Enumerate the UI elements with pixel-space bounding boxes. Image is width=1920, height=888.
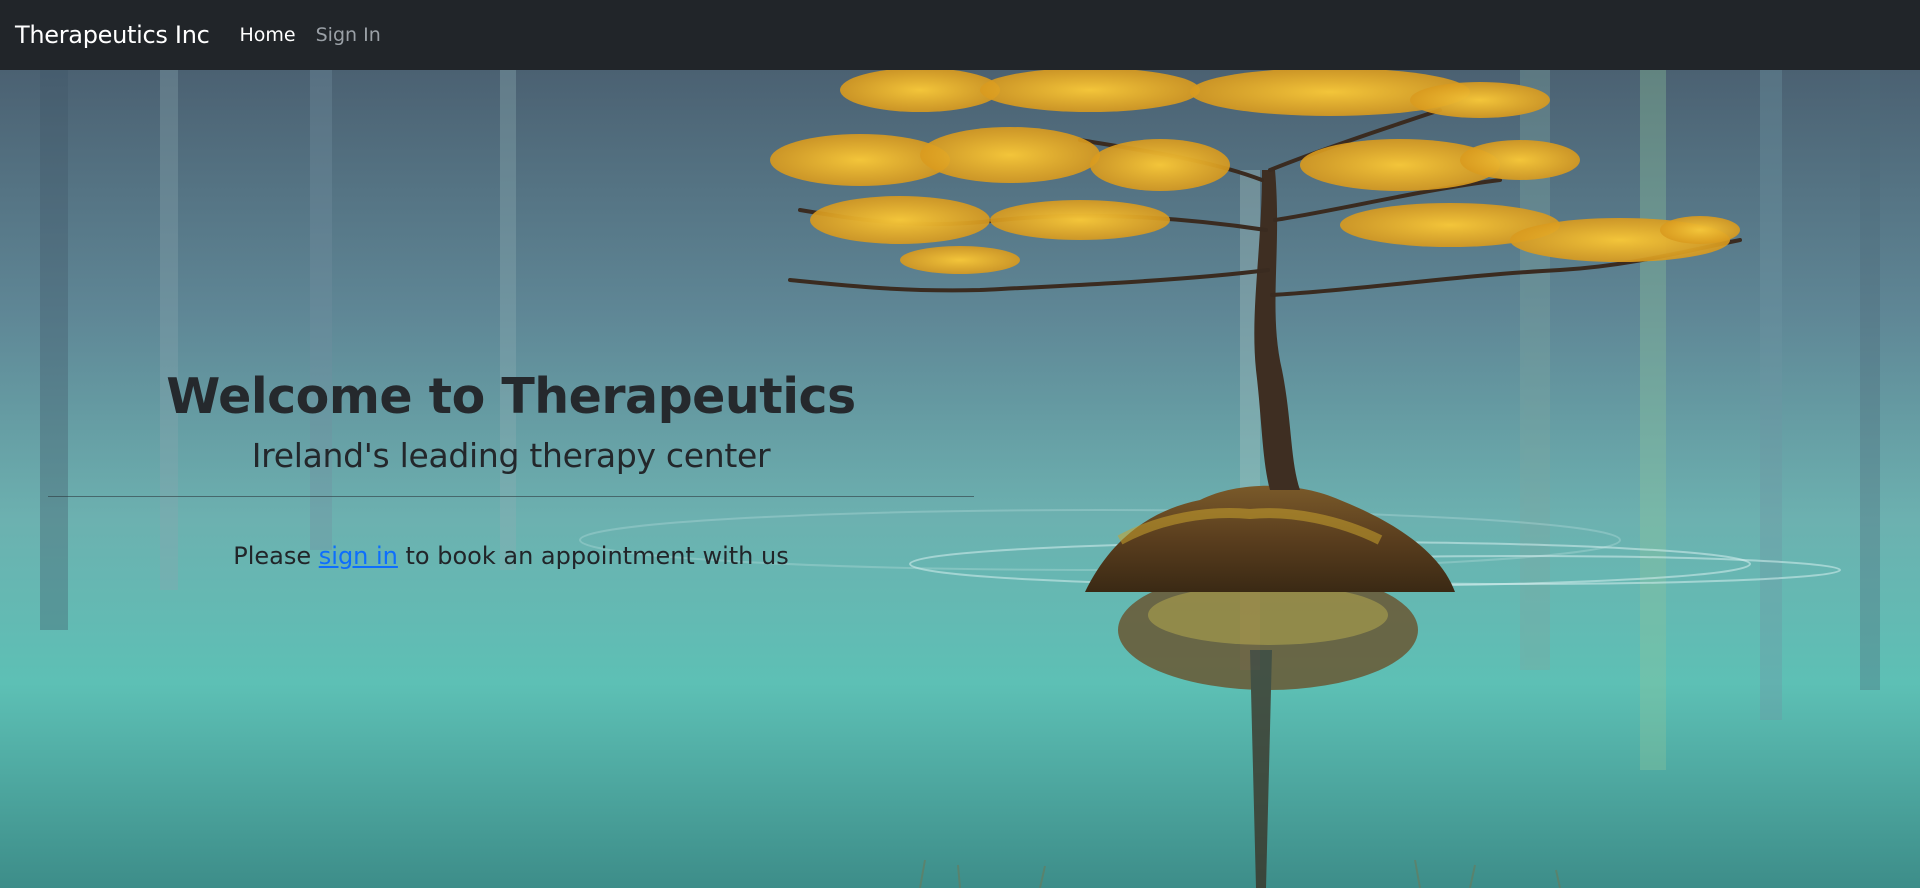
hero-divider xyxy=(48,496,974,497)
hero-title: Welcome to Therapeutics xyxy=(166,368,856,425)
notice-prefix: Please xyxy=(233,542,319,570)
top-navbar: Therapeutics Inc Home Sign In xyxy=(0,0,1920,70)
brand-link[interactable]: Therapeutics Inc xyxy=(15,21,210,49)
tree-lake-background-image xyxy=(0,70,1920,888)
sign-in-notice: Please sign in to book an appointment wi… xyxy=(48,542,974,570)
nav-home-link[interactable]: Home xyxy=(240,24,296,46)
notice-suffix: to book an appointment with us xyxy=(397,542,789,570)
sign-in-link[interactable]: sign in xyxy=(319,542,398,570)
nav-sign-in-link[interactable]: Sign In xyxy=(316,24,381,46)
hero-subtitle: Ireland's leading therapy center xyxy=(251,436,771,475)
hero-section: Welcome to Therapeutics Ireland's leadin… xyxy=(0,70,1920,888)
